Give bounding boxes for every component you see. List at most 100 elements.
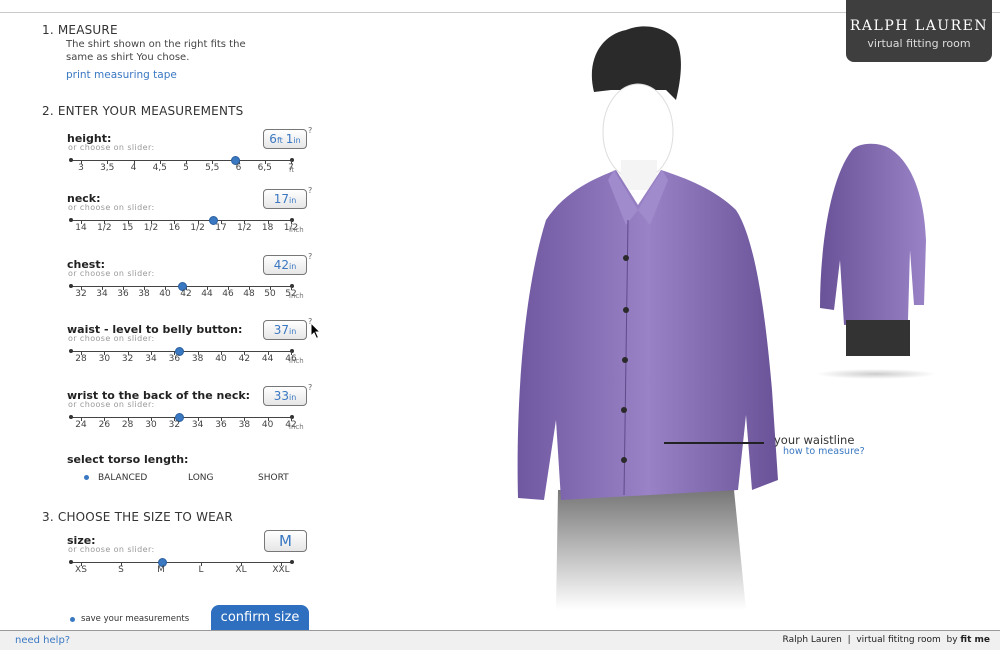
- pants: [556, 490, 746, 610]
- measurement-value-box[interactable]: 6ft 1in: [263, 129, 307, 149]
- slider-axis-unit: inch: [289, 423, 304, 431]
- shadow: [816, 369, 936, 379]
- back-shirt: [820, 143, 926, 325]
- slider-tick-labels: 24 26 28 30 32 34 36 38 40 42 inch: [71, 420, 311, 434]
- value-number: 17: [273, 192, 289, 206]
- value-unit: ft: [276, 136, 283, 145]
- slider-axis-unit: ft: [289, 166, 295, 174]
- measurement-value-box[interactable]: 17in: [263, 189, 307, 209]
- save-measurements-checkbox[interactable]: [70, 617, 75, 622]
- slider-tick-label: 30: [145, 420, 157, 430]
- slider-tick-label: 34: [145, 354, 157, 364]
- measurement-row: wrist to the back of the neck: or choose …: [66, 383, 316, 449]
- slider-hint: or choose on slider:: [68, 269, 155, 278]
- slider-hint: or choose on slider:: [68, 334, 155, 343]
- slider-end-left: [69, 218, 73, 222]
- button: [623, 307, 629, 313]
- slider-tick-label: 1/2: [190, 223, 205, 233]
- slider-tick-label: 48: [243, 289, 255, 299]
- torso-option-short[interactable]: SHORT: [258, 473, 289, 483]
- slider-hint: or choose on slider:: [68, 143, 155, 152]
- slider-tick-label: 36: [215, 420, 227, 430]
- slider-tick-label: 28: [121, 420, 134, 430]
- slider-track: [71, 160, 293, 161]
- step1-text: The shirt shown on the right fits the sa…: [66, 39, 246, 63]
- slider-tick-label: 40: [261, 420, 274, 430]
- slider-tick-label: 6: [235, 163, 242, 173]
- save-measurements-label[interactable]: save your measurements: [81, 614, 189, 624]
- button: [621, 457, 627, 463]
- slider-tick-label: 5: [183, 163, 189, 173]
- value-unit-2: in: [293, 136, 301, 145]
- size-control: size: or choose on slider: M XS S M L XL XXL: [66, 530, 316, 594]
- how-to-measure-link[interactable]: how to measure?: [783, 446, 865, 457]
- measurement-row: height: or choose on slider: 6ft 1in? 3 3,5 4 4…: [66, 126, 316, 192]
- slider-tick-label: 15: [121, 223, 134, 233]
- slider-tick-label: 26: [98, 420, 111, 430]
- slider-axis-unit: inch: [289, 226, 304, 234]
- slider-tick-label: 3: [78, 163, 84, 173]
- help-question-icon[interactable]: ?: [308, 383, 312, 392]
- value-number: 6: [269, 132, 277, 146]
- slider-end-right: [290, 560, 294, 564]
- slider-end-left: [69, 415, 73, 419]
- slider-end-left: [69, 560, 73, 564]
- slider-tick-labels: 3 3,5 4 4,5 5 5,5 6 6,5 7 ft: [71, 163, 311, 177]
- torso-option-long[interactable]: LONG: [188, 473, 213, 483]
- slider-tick-label: 42: [180, 289, 192, 299]
- slider-tick-label: 50: [264, 289, 276, 299]
- help-question-icon[interactable]: ?: [308, 252, 312, 261]
- need-help-link[interactable]: need help?: [15, 635, 70, 646]
- measurement-value-box[interactable]: 42in: [263, 255, 307, 275]
- model-figure: [517, 26, 778, 610]
- slider-axis-unit: inch: [289, 357, 304, 365]
- slider-tick-label: 34: [191, 420, 204, 430]
- slider-tick-label: 4: [130, 163, 137, 173]
- help-question-icon[interactable]: ?: [308, 126, 312, 135]
- value-unit: in: [288, 327, 297, 336]
- torso-length-title: select torso length:: [67, 453, 189, 466]
- slider-tick-label: 14: [75, 223, 87, 233]
- mouse-cursor-icon: [310, 322, 322, 340]
- size-tick-label: XS: [75, 565, 87, 575]
- size-tick-label: XXL: [272, 565, 290, 575]
- slider-tick-label: 38: [191, 354, 204, 364]
- slider-tick-labels: 28 30 32 34 36 38 40 42 44 46 inch: [71, 354, 311, 368]
- slider-tick-label: 18: [261, 223, 274, 233]
- slider-tick-label: 40: [215, 354, 227, 364]
- size-tick-label: M: [157, 565, 165, 575]
- slider-end-left: [69, 284, 73, 288]
- slider-tick-label: 17: [215, 223, 227, 233]
- slider-tick-label: 38: [138, 289, 150, 299]
- slider-track: [71, 562, 293, 563]
- measurement-value-box[interactable]: 33in: [263, 386, 307, 406]
- slider-tick-label: 28: [75, 354, 87, 364]
- brand-logo: RALPH LAUREN virtual fitting room: [846, 0, 992, 62]
- confirm-size-button[interactable]: confirm size: [211, 605, 309, 631]
- size-value: M: [279, 532, 292, 550]
- slider-tick-labels: 14 1/2 15 1/2 16 1/2 17 1/2 18 1/2 inch: [71, 223, 311, 237]
- value-unit: in: [288, 393, 297, 402]
- brand-subtitle: virtual fitting room: [867, 37, 971, 50]
- button: [621, 407, 627, 413]
- value-unit: in: [288, 262, 297, 271]
- slider-tick-label: 24: [75, 420, 87, 430]
- footer-credits: Ralph Lauren | virtual fititng room by f…: [783, 635, 990, 645]
- size-value-box[interactable]: M: [264, 530, 307, 552]
- footer: need help? Ralph Lauren | virtual fititn…: [0, 630, 1000, 650]
- slider-tick-label: 5,5: [205, 163, 220, 173]
- measurement-value-box[interactable]: 37in: [263, 320, 307, 340]
- help-question-icon[interactable]: ?: [308, 186, 312, 195]
- slider-tick-label: 30: [98, 354, 111, 364]
- slider-tick-label: 38: [238, 420, 251, 430]
- value-number: 42: [273, 258, 289, 272]
- slider-hint: or choose on slider:: [68, 203, 155, 212]
- slider-tick-label: 32: [75, 289, 87, 299]
- print-measuring-tape-link[interactable]: print measuring tape: [66, 69, 177, 81]
- slider-tick-label: 32: [168, 420, 181, 430]
- torso-option-balanced[interactable]: BALANCED: [98, 473, 147, 483]
- slider-tick-label: 40: [159, 289, 171, 299]
- slider-tick-label: 6,5: [257, 163, 272, 173]
- value-number: 33: [273, 389, 289, 403]
- slider-tick-label: 1/2: [97, 223, 112, 233]
